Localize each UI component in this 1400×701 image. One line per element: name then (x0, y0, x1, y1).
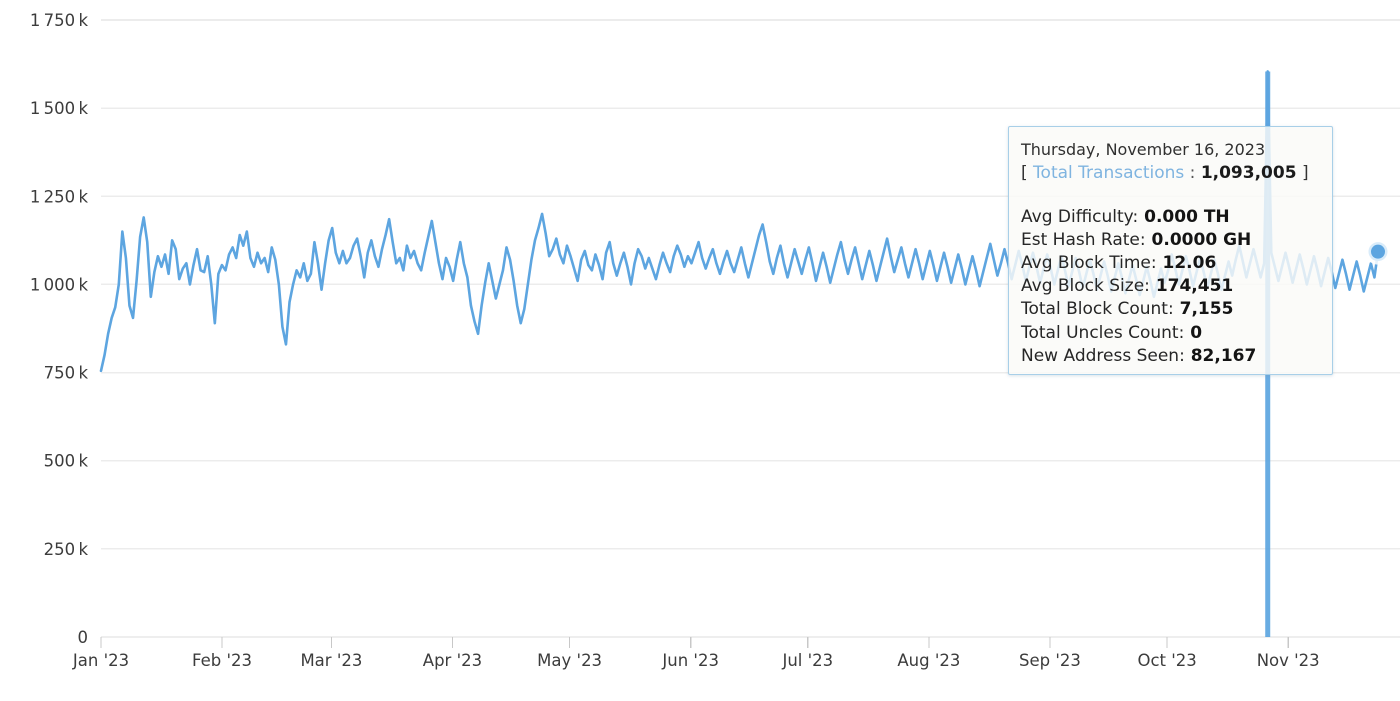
tooltip-date: Thursday, November 16, 2023 (1021, 140, 1266, 159)
tooltip-headline: [ Total Transactions : 1,093,005 ] (1021, 162, 1318, 185)
y-axis-tick-label: 250 k (44, 540, 89, 559)
y-axis-tick-label: 1 500 k (30, 99, 89, 118)
x-axis-tick-labels: Jan '23 Feb '23 Mar '23 Apr '23 May '23 Jun '… (72, 651, 1320, 670)
tooltip-bracket-close: ] (1301, 163, 1309, 184)
tooltip-row-label: New Address Seen: (1021, 345, 1185, 366)
tooltip-row: New Address Seen: 82,167 (1021, 345, 1318, 368)
tooltip-row-value: 174,451 (1149, 276, 1234, 297)
x-axis-tick-label: Sep '23 (1019, 651, 1081, 670)
y-axis-tick-labels: 0 250 k 500 k 750 k 1 000 k 1 250 k 1 500 k 1 7… (30, 11, 89, 647)
tooltip-row-value: 0 (1184, 322, 1203, 343)
tooltip-spacer (1021, 186, 1318, 206)
tooltip-total-transactions: 1,093,005 (1200, 163, 1297, 184)
x-axis-tick-label: Jan '23 (72, 651, 129, 670)
chart-tooltip: Thursday, November 16, 2023 [ Total Tran… (1008, 126, 1333, 375)
tooltip-row-value: 0.0000 GH (1145, 229, 1252, 250)
tooltip-colon: : (1189, 163, 1196, 184)
x-axis (100, 636, 1400, 648)
x-axis-tick-label: Aug '23 (897, 651, 960, 670)
tooltip-row-value: 0.000 TH (1138, 206, 1230, 227)
y-axis-tick-label: 750 k (44, 364, 89, 383)
x-axis-tick-label: May '23 (537, 651, 602, 670)
tooltip-row: Avg Block Time: 12.06 (1021, 252, 1318, 275)
tooltip-row-label: Avg Difficulty: (1021, 206, 1139, 227)
tooltip-row-value: 82,167 (1184, 345, 1257, 366)
tooltip-row: Avg Block Size: 174,451 (1021, 275, 1318, 298)
tooltip-row-label: Avg Block Size: (1021, 276, 1150, 297)
y-axis-tick-label: 1 750 k (30, 11, 89, 30)
tooltip-bracket-open: [ (1021, 163, 1028, 184)
marker-dot[interactable] (1371, 244, 1385, 259)
tooltip-row: Total Block Count: 7,155 (1021, 298, 1318, 321)
x-axis-tick-label: Mar '23 (300, 651, 362, 670)
tooltip-row-label: Est Hash Rate: (1021, 229, 1146, 250)
y-axis-tick-label: 0 (78, 628, 89, 647)
x-axis-tick-label: Jun '23 (661, 651, 719, 670)
x-axis-tick-label: Oct '23 (1137, 651, 1196, 670)
hover-point-marker[interactable] (1365, 238, 1391, 265)
x-axis-tick-label: Feb '23 (192, 651, 252, 670)
tooltip-row-label: Total Block Count: (1021, 299, 1174, 320)
y-axis-tick-label: 1 000 k (30, 275, 89, 294)
x-axis-tick-label: Apr '23 (423, 651, 482, 670)
tooltip-row-value: 7,155 (1173, 299, 1234, 320)
x-axis-tick-label: Nov '23 (1257, 651, 1320, 670)
tooltip-row: Avg Difficulty: 0.000 TH (1021, 206, 1318, 229)
y-axis-tick-label: 1 250 k (30, 187, 89, 206)
x-axis-tick-label: Jul '23 (781, 651, 833, 670)
tooltip-row-label: Avg Block Time: (1021, 252, 1157, 273)
y-axis-tick-label: 500 k (44, 452, 89, 471)
tooltip-series-label: Total Transactions (1033, 163, 1185, 184)
transactions-chart[interactable]: 0 250 k 500 k 750 k 1 000 k 1 250 k 1 500 k 1 7… (0, 0, 1400, 701)
tooltip-row: Total Uncles Count: 0 (1021, 322, 1318, 345)
tooltip-row-label: Total Uncles Count: (1021, 322, 1185, 343)
tooltip-row-value: 12.06 (1156, 252, 1217, 273)
tooltip-row: Est Hash Rate: 0.0000 GH (1021, 229, 1318, 252)
tooltip-metric-rows: Avg Difficulty: 0.000 TH Est Hash Rate: 0… (1021, 206, 1318, 368)
